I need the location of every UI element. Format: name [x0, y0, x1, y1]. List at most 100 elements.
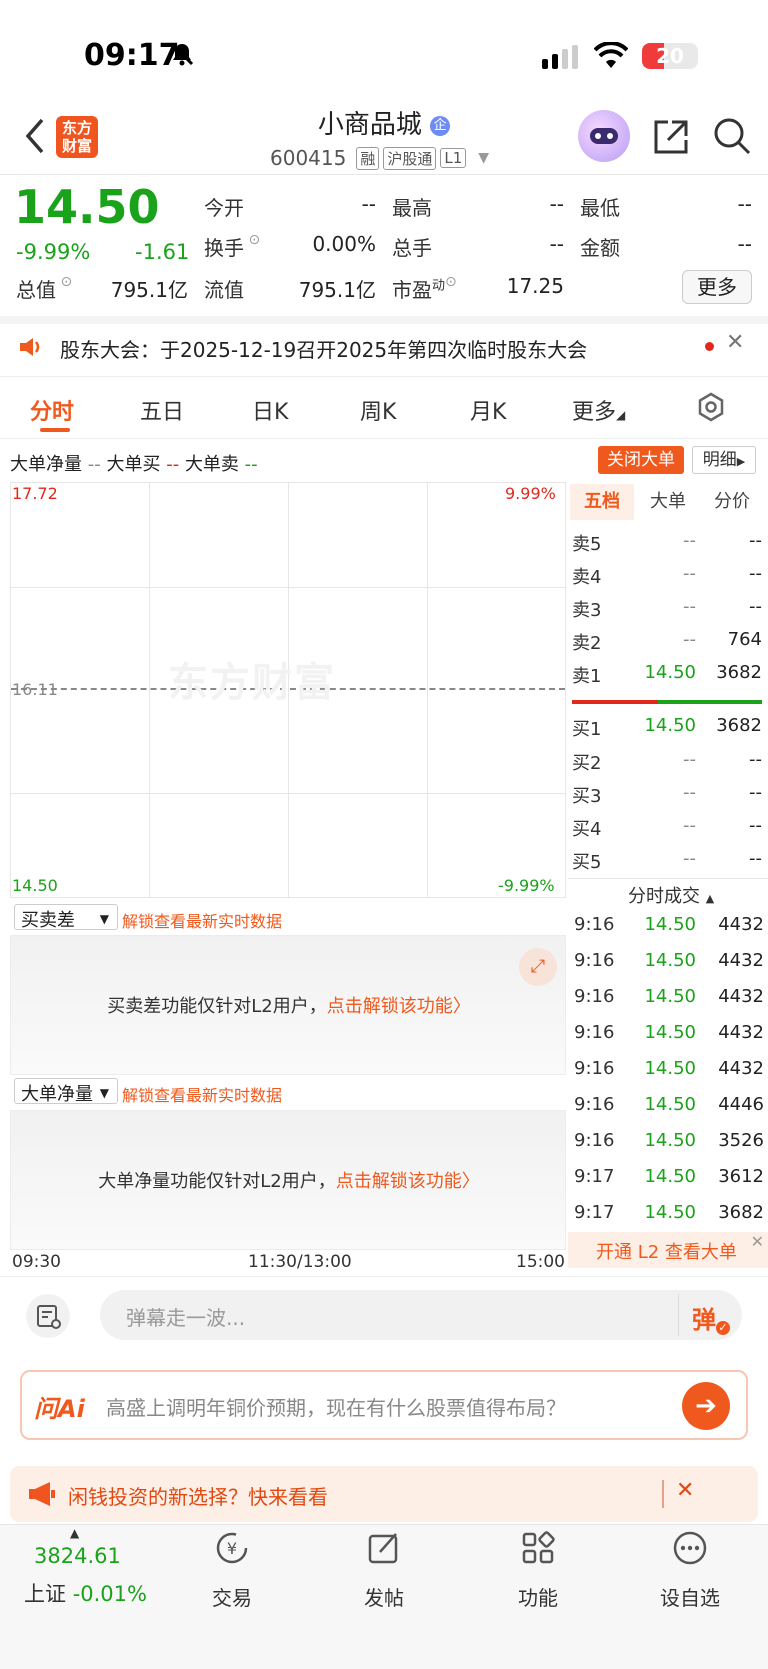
- time-midday: 11:30/13:00: [248, 1252, 352, 1272]
- robot-assistant-icon[interactable]: [578, 110, 630, 162]
- nav-trade[interactable]: ¥ 交易: [182, 1530, 282, 1650]
- nav-watchlist[interactable]: 设自选: [640, 1530, 740, 1650]
- chart-top-price: 17.72: [12, 484, 58, 503]
- ask-row: 卖1 14.50 3682: [572, 662, 762, 687]
- notice-unread-dot: [705, 342, 714, 351]
- bid-row: 买2 -- --: [572, 749, 762, 774]
- time-open: 09:30: [12, 1252, 61, 1272]
- section-divider: [0, 1276, 768, 1277]
- speaker-icon: [20, 338, 40, 356]
- tab-five-day[interactable]: 五日: [140, 394, 184, 426]
- tab-more[interactable]: 更多◢: [572, 394, 625, 426]
- tick-row: 9:16 14.50 4432: [574, 986, 764, 1007]
- pe-label: 市盈动⊙: [392, 274, 457, 302]
- share-icon[interactable]: [652, 118, 690, 156]
- settings-gear-icon[interactable]: [696, 392, 726, 422]
- ticks-title[interactable]: 分时成交 ▲: [628, 882, 714, 908]
- spread-locked-panel[interactable]: 买卖差功能仅针对L2用户，点击解锁该功能〉 ⤢: [10, 935, 566, 1075]
- tab-price-distribution[interactable]: 分价: [700, 484, 764, 520]
- search-icon[interactable]: [712, 116, 752, 156]
- danmu-input[interactable]: 弹幕走一波... 弹 ✓: [100, 1290, 742, 1340]
- spread-unlock-link[interactable]: 点击解锁该功能〉: [327, 996, 471, 1017]
- chart-bottom-percent: -9.99%: [498, 876, 555, 895]
- ai-logo: 问Ai: [34, 1395, 85, 1423]
- chart-bottom-price: 14.50: [12, 876, 58, 895]
- tick-row: 9:16 14.50 3526: [574, 1130, 764, 1151]
- nav-functions[interactable]: 功能: [488, 1530, 588, 1650]
- big-order-summary: 大单净量 -- 大单买 -- 大单卖 --: [10, 454, 258, 475]
- high-value: --: [549, 192, 564, 216]
- tick-row: 9:16 14.50 4446: [574, 1094, 764, 1115]
- enterprise-badge: 企: [430, 115, 451, 136]
- more-quote-button[interactable]: 更多: [682, 270, 752, 304]
- tab-daily-k[interactable]: 日K: [252, 394, 288, 426]
- tab-weekly-k[interactable]: 周K: [360, 394, 396, 426]
- spread-selector[interactable]: 买卖差 ▼: [14, 904, 118, 931]
- net-order-locked-panel[interactable]: 大单净量功能仅针对L2用户，点击解锁该功能〉: [10, 1110, 566, 1250]
- tick-row: 9:17 14.50 3682: [574, 1202, 764, 1223]
- market-cap-label: 总值 ⊙: [16, 274, 73, 302]
- l2-upgrade-banner[interactable]: 开通 L2 查看大单 ✕: [568, 1232, 768, 1268]
- active-tab-underline: [40, 428, 70, 432]
- more-dots-icon: [673, 1531, 707, 1565]
- bid-row: 买1 14.50 3682: [572, 715, 762, 740]
- tab-intraday[interactable]: 分时: [30, 394, 74, 426]
- megaphone-icon: [29, 1482, 55, 1506]
- notice-close-icon[interactable]: ✕: [726, 330, 744, 355]
- connect-tag: 沪股通: [383, 146, 437, 170]
- ai-prompt: 高盛上调明年铜价预期，现在有什么股票值得布局？: [106, 1396, 566, 1420]
- open-label: 今开: [204, 196, 244, 220]
- tabs-divider: [0, 438, 768, 439]
- tab-monthly-k[interactable]: 月K: [470, 394, 506, 426]
- detail-button[interactable]: 明细▶: [692, 446, 756, 474]
- ai-question-bar[interactable]: 问Ai 高盛上调明年铜价预期，现在有什么股票值得布局？ ➔: [20, 1370, 748, 1440]
- stock-code: 600415: [270, 146, 347, 170]
- promo-close-icon[interactable]: ✕: [676, 1478, 694, 1503]
- tick-row: 9:17 14.50 3612: [574, 1166, 764, 1187]
- current-price: 14.50: [14, 180, 160, 234]
- grid-icon: [522, 1531, 555, 1564]
- close-big-order-button[interactable]: 关闭大单: [598, 446, 684, 474]
- battery-indicator: 20: [642, 43, 698, 69]
- margin-tag: 融: [356, 146, 380, 170]
- volume-value: --: [549, 232, 564, 256]
- tab-five-levels[interactable]: 五档: [570, 484, 634, 520]
- mute-bell-icon: [170, 42, 194, 66]
- comment-settings-icon[interactable]: [26, 1294, 70, 1338]
- index-value[interactable]: 3824.61: [34, 1544, 121, 1568]
- compose-icon: [368, 1533, 398, 1564]
- bid-ask-ratio-bar: [572, 700, 762, 704]
- notice-divider: [0, 376, 768, 377]
- chart-top-percent: 9.99%: [505, 484, 556, 503]
- trade-icon: ¥: [216, 1532, 248, 1564]
- ask-row: 卖5 -- --: [572, 530, 762, 555]
- nav-post[interactable]: 发帖: [334, 1530, 434, 1650]
- stock-code-row[interactable]: 600415 融 沪股通 L1 ▼: [270, 146, 489, 170]
- bid-row: 买3 -- --: [572, 782, 762, 807]
- spread-unlock-hint[interactable]: 解锁查看最新实时数据: [122, 908, 282, 932]
- ask-row: 卖4 -- --: [572, 563, 762, 588]
- wifi-icon: [594, 42, 628, 68]
- index-quote[interactable]: 上证 -0.01%: [24, 1578, 147, 1608]
- signal-icon: [542, 45, 578, 69]
- stock-name: 小商品城: [317, 110, 422, 140]
- expand-icon[interactable]: ⤢: [519, 948, 557, 986]
- ai-send-button[interactable]: ➔: [682, 1382, 730, 1430]
- info-icon[interactable]: ⊙: [244, 232, 260, 248]
- high-label: 最高: [392, 196, 432, 220]
- info-icon[interactable]: ⊙: [445, 274, 457, 290]
- tab-big-orders[interactable]: 大单: [636, 484, 700, 520]
- net-unlock-link[interactable]: 点击解锁该功能〉: [336, 1171, 480, 1192]
- promo-banner[interactable]: 闲钱投资的新选择？快来看看 ✕: [10, 1466, 758, 1522]
- level-tag: L1: [440, 148, 467, 168]
- orderbook-tabs: 五档 大单 分价: [570, 484, 764, 520]
- info-icon[interactable]: ⊙: [56, 274, 72, 290]
- promo-text: 闲钱投资的新选择？快来看看: [68, 1485, 328, 1509]
- tick-row: 9:16 14.50 4432: [574, 914, 764, 935]
- danmu-toggle-button[interactable]: 弹 ✓: [692, 1300, 730, 1335]
- net-order-selector[interactable]: 大单净量 ▼: [14, 1078, 118, 1105]
- change-amount: -1.61: [135, 240, 190, 264]
- net-unlock-hint[interactable]: 解锁查看最新实时数据: [122, 1082, 282, 1106]
- l2-banner-close-icon[interactable]: ✕: [751, 1232, 764, 1251]
- tick-row: 9:16 14.50 4432: [574, 1022, 764, 1043]
